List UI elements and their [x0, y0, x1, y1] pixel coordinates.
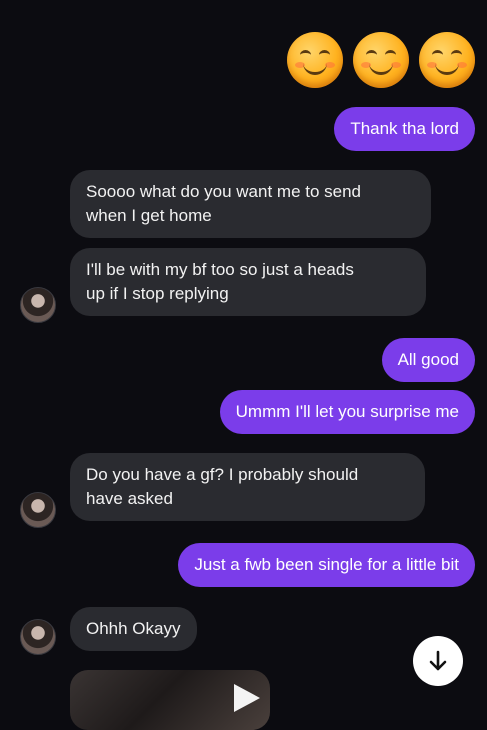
message-bubble-incoming[interactable]: I'll be with my bf too so just a heads u… [70, 248, 426, 316]
contact-avatar[interactable] [20, 619, 56, 655]
play-icon [234, 684, 260, 712]
emoji-message[interactable] [287, 32, 475, 88]
message-bubble-outgoing[interactable]: Ummm I'll let you surprise me [219, 390, 475, 434]
smiling-face-icon [287, 32, 343, 88]
scroll-to-bottom-button[interactable] [413, 636, 463, 686]
message-bubble-incoming[interactable]: Soooo what do you want me to send when I… [70, 170, 431, 238]
contact-avatar[interactable] [20, 287, 56, 323]
smiling-face-icon [419, 32, 475, 88]
message-bubble-outgoing[interactable]: Just a fwb been single for a little bit [178, 543, 475, 587]
smiling-face-icon [353, 32, 409, 88]
message-bubble-incoming[interactable]: Ohhh Okayy [70, 607, 197, 651]
message-bubble-outgoing[interactable]: All good [381, 338, 475, 382]
message-bubble-incoming[interactable]: Do you have a gf? I probably should have… [70, 453, 425, 521]
contact-avatar[interactable] [20, 492, 56, 528]
message-bubble-outgoing[interactable]: Thank tha lord [334, 107, 475, 151]
arrow-down-icon [429, 650, 447, 671]
video-message-thumbnail[interactable] [70, 670, 270, 730]
chat-thread: Thank tha lord Soooo what do you want me… [0, 0, 487, 730]
